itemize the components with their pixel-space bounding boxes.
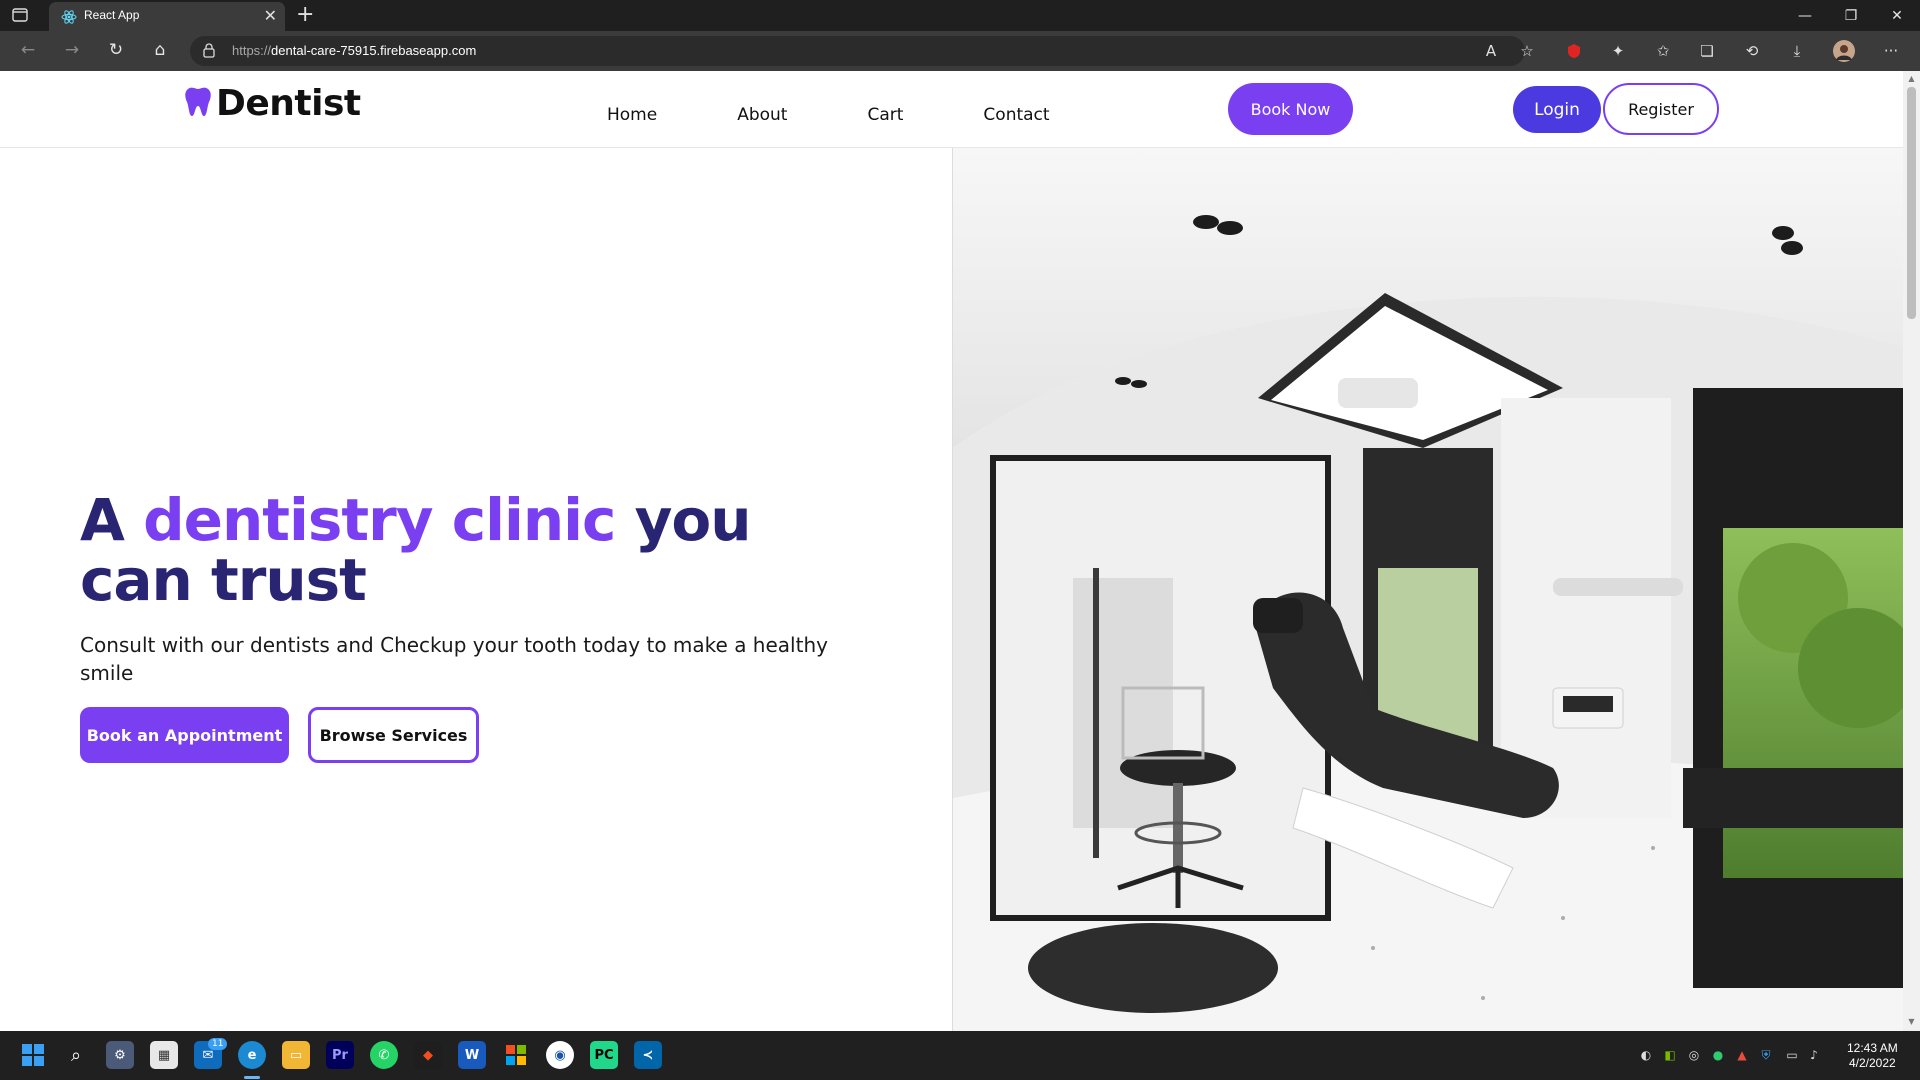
scroll-down-icon[interactable]: ▼ [1907,1017,1916,1027]
nav-links: Home About Cart Contact [607,105,1130,125]
history-icon[interactable]: ⟲ [1741,40,1763,62]
tab-actions-icon[interactable] [12,7,34,25]
login-button[interactable]: Login [1513,86,1601,133]
microsoft-store-icon[interactable]: ▦ [150,1041,178,1069]
url-text[interactable]: https://dental-care-75915.firebaseapp.co… [232,43,476,58]
browser-toolbar: ← → ↻ ⌂ https://dental-care-75915.fireba… [0,31,1920,71]
steam-tray-icon[interactable]: ◎ [1685,1046,1703,1064]
hero-text-section: A dentistry clinic you can trust Consult… [0,148,952,1031]
forward-icon[interactable]: → [60,40,84,62]
window-close-icon[interactable]: ✕ [1874,0,1920,31]
restore-icon[interactable]: ❐ [1828,0,1874,31]
browser-tab-active[interactable]: React App ✕ [49,2,285,31]
react-favicon-icon [61,9,77,25]
volume-icon[interactable]: ♪ [1805,1046,1823,1064]
add-favorite-icon[interactable]: ☆ [1516,40,1538,62]
web-page: Dentist Home About Cart Contact Book Now… [0,71,1903,1031]
nav-link-home[interactable]: Home [607,105,657,125]
headline-part-1: A [80,486,144,554]
settings-icon[interactable]: ⚙ [106,1041,134,1069]
window-controls: — ❐ ✕ [1782,0,1920,31]
reload-icon[interactable]: ↻ [104,40,128,62]
network-icon[interactable]: ▭ [1783,1046,1801,1064]
pycharm-icon[interactable]: PC [590,1041,618,1069]
tab-title: React App [84,8,140,22]
windows-start-icon[interactable] [19,1041,47,1069]
browse-services-button[interactable]: Browse Services [308,707,479,763]
lock-icon[interactable] [203,43,215,62]
extension-red-icon[interactable] [1563,40,1585,62]
tab-close-icon[interactable]: ✕ [264,6,277,25]
url-protocol: https:// [232,43,272,58]
nav-link-cart[interactable]: Cart [867,105,903,125]
more-options-icon[interactable]: ··· [1880,40,1902,62]
hero-headline: A dentistry clinic you can trust [80,490,880,610]
search-icon[interactable]: ⌕ [62,1041,90,1069]
whatsapp-icon[interactable]: ✆ [370,1041,398,1069]
clock-date: 4/2/2022 [1848,1056,1896,1070]
nav-link-contact[interactable]: Contact [983,105,1049,125]
defender-tray-icon[interactable]: ⛨ [1757,1046,1775,1064]
browser-tab-bar: React App ✕ + — ❐ ✕ [0,0,1920,31]
vscode-icon[interactable]: ≺ [634,1041,662,1069]
site-navbar: Dentist Home About Cart Contact Book Now… [0,71,1903,148]
book-now-button[interactable]: Book Now [1228,83,1353,135]
nav-link-about[interactable]: About [737,105,787,125]
clinic-photo-illustration [953,148,1903,1031]
hero-subtext: Consult with our dentists and Checkup yo… [80,633,828,685]
brand-logo[interactable]: Dentist [184,83,361,124]
scroll-thumb[interactable] [1907,87,1916,319]
url-host: dental-care-75915.firebaseapp.com [271,43,477,58]
home-icon[interactable]: ⌂ [148,40,172,62]
collections-icon[interactable]: ❏ [1696,40,1718,62]
mail-badge: 11 [208,1038,228,1050]
tooth-icon [184,86,212,122]
scroll-up-icon[interactable]: ▲ [1907,74,1916,84]
tray-app-green-icon[interactable]: ● [1709,1046,1727,1064]
favorites-icon[interactable]: ✩ [1652,40,1674,62]
file-explorer-icon[interactable]: ▭ [282,1041,310,1069]
headline-accent: dentistry clinic [143,486,616,554]
tray-app-red-icon[interactable]: ▲ [1733,1046,1751,1064]
app-circle-icon[interactable]: ◉ [546,1041,574,1069]
nvidia-tray-icon[interactable]: ◧ [1661,1046,1679,1064]
figma-icon[interactable]: ◆ [414,1041,442,1069]
taskbar-clock[interactable]: 12:43 AM 4/2/2022 [1847,1041,1898,1071]
read-aloud-icon[interactable]: A [1480,40,1502,62]
register-button[interactable]: Register [1603,83,1719,135]
downloads-icon[interactable]: ⤓ [1786,40,1808,62]
premiere-pro-icon[interactable]: Pr [326,1041,354,1069]
clinic-interior-image [952,148,1903,1031]
clock-time: 12:43 AM [1847,1041,1898,1055]
extensions-icon[interactable]: ✦ [1607,40,1629,62]
minimize-icon[interactable]: — [1782,0,1828,31]
edge-browser-icon[interactable]: e [238,1041,266,1069]
page-scrollbar[interactable]: ▲ ▼ [1903,71,1920,1031]
active-app-indicator [244,1076,260,1079]
new-tab-icon[interactable]: + [296,2,314,27]
word-icon[interactable]: W [458,1041,486,1069]
profile-avatar[interactable] [1833,40,1855,62]
office-icon[interactable] [502,1041,530,1069]
windows-taskbar: ⌕ ⚙ ▦ ✉ 11 e ▭ Pr ✆ ◆ W ◉ PC ≺ ◐ ◧ ◎ ● ▲… [0,1031,1920,1080]
book-appointment-button[interactable]: Book an Appointment [80,707,289,763]
address-bar[interactable]: https://dental-care-75915.firebaseapp.co… [190,36,1525,66]
brand-name: Dentist [216,83,361,124]
discord-tray-icon[interactable]: ◐ [1637,1046,1655,1064]
back-icon[interactable]: ← [16,40,40,62]
